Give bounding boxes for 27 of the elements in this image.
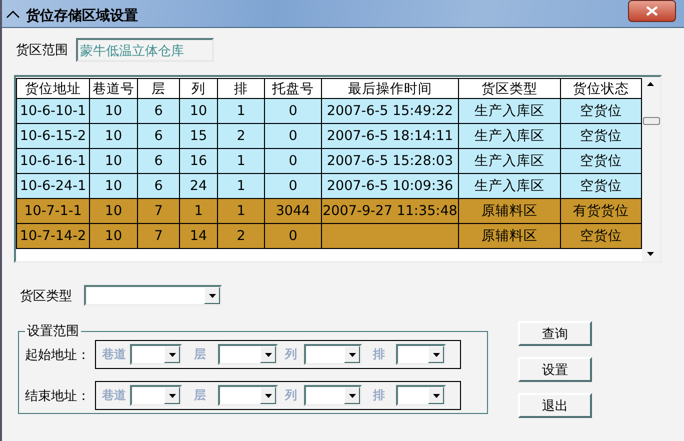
- field-label: 巷道: [101, 346, 127, 363]
- field-label: 层: [193, 346, 207, 363]
- table-cell: 空货位: [560, 223, 642, 249]
- table-row[interactable]: 10-6-24-1 10 6 24 1 0 2007-6-5 10:09:36 生产入库区 空货位: [17, 174, 642, 199]
- group-title: 设置范围: [26, 323, 80, 340]
- table-row[interactable]: 10-6-10-1 10 6 10 1 0 2007-6-5 15:49:22 生产入库区 空货位: [17, 99, 642, 124]
- table-row[interactable]: 10-7-14-2 10 7 14 2 0 原辅料区 空货位: [17, 224, 642, 249]
- field-label: 货区范围: [16, 42, 68, 59]
- column-header[interactable]: 货位地址: [16, 78, 90, 99]
- field-label: 层: [193, 387, 207, 404]
- address-label: 结束地址：: [25, 388, 91, 404]
- field-label: 列: [284, 387, 298, 404]
- address-label: 起始地址：: [25, 346, 91, 364]
- table-row[interactable]: 10-7-1-1 10 7 1 1 3044 2007-9-27 11:35:48 原辅料区 有货货位: [17, 199, 642, 224]
- field-label: 排: [372, 387, 386, 404]
- field-label: 排: [372, 346, 386, 363]
- window-title: 货位存储区域设置: [26, 6, 139, 24]
- table-row[interactable]: 10-6-15-2 10 6 15 2 0 2007-6-5 18:14:11 生产入库区 空货位: [17, 124, 642, 149]
- action-button[interactable]: 查询: [518, 321, 592, 346]
- action-button[interactable]: 退出: [518, 393, 592, 418]
- table-cell: 10-7-14-2: [16, 223, 90, 249]
- field-label: 列: [284, 346, 298, 363]
- action-button[interactable]: 设置: [518, 357, 592, 382]
- table-row[interactable]: 10-6-16-1 10 6 16 1 0 2007-6-5 15:28:03 生产入库区 空货位: [17, 149, 642, 174]
- column-header[interactable]: 货位状态: [560, 78, 642, 99]
- field-label: 货区类型: [20, 288, 72, 304]
- field-label: 巷道: [101, 387, 127, 404]
